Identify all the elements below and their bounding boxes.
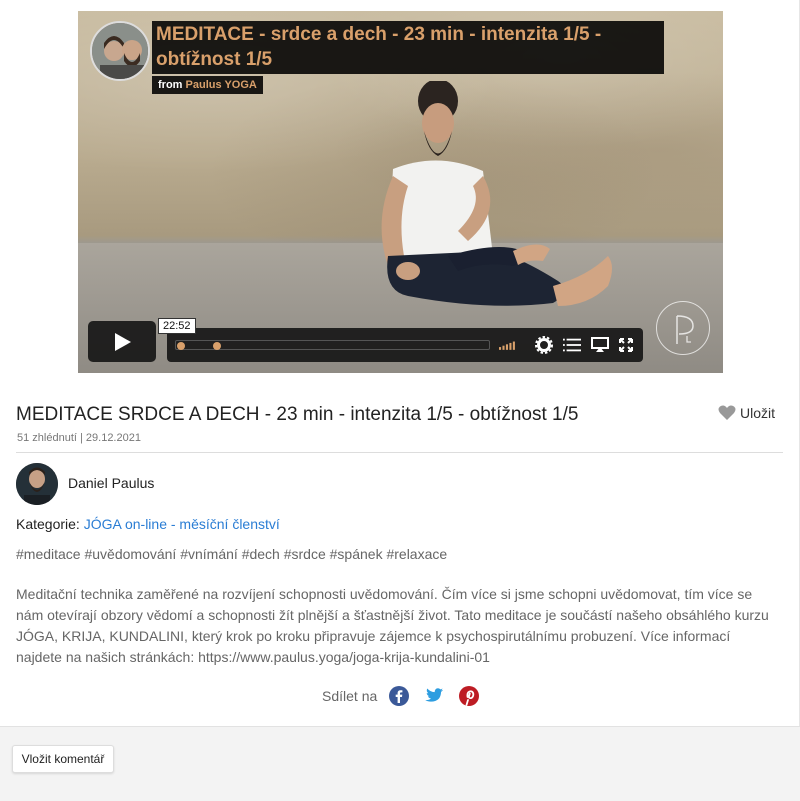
chapters-icon[interactable] [563,336,581,354]
video-title-overlay[interactable]: MEDITACE - srdce a dech - 23 min - inten… [152,21,664,74]
category-label: Kategorie: [16,516,80,532]
author-avatar-image [16,463,58,505]
airplay-icon[interactable] [591,336,609,354]
share-row: Sdílet na [322,686,494,706]
comments-section: Vložit komentář [0,726,800,801]
play-icon [115,332,131,351]
save-label: Uložit [740,405,776,421]
video-frame-person [381,81,612,306]
save-button[interactable]: Uložit [718,405,775,421]
play-button[interactable] [88,321,156,362]
progress-bar[interactable] [175,340,490,350]
twitter-icon [425,688,444,702]
divider [16,452,783,453]
add-comment-button[interactable]: Vložit komentář [12,745,114,773]
settings-icon[interactable] [535,336,553,354]
pinterest-share-button[interactable] [459,686,480,706]
author-name[interactable]: Daniel Paulus [68,475,154,491]
progress-playhead[interactable] [212,342,221,350]
video-description: Meditační technika zaměřené na rozvíjení… [16,586,769,665]
category-row: Kategorie: JÓGA on-line - měsíční členst… [16,516,280,532]
facebook-share-button[interactable] [389,686,410,706]
video-meta: 51 zhlédnutí | 29.12.2021 [17,432,141,444]
facebook-icon [389,686,410,706]
category-link[interactable]: JÓGA on-line - měsíční členství [84,516,280,532]
volume-icon[interactable] [499,336,517,354]
channel-owner-link[interactable]: Paulus YOGA [186,79,257,91]
share-label: Sdílet na [322,688,378,704]
player-controls-bar [167,328,643,362]
heart-icon [718,405,736,420]
time-tooltip: 22:52 [158,318,196,334]
from-text: from [158,79,183,91]
video-card: MEDITACE - srdce a dech - 23 min - inten… [0,0,800,726]
tags[interactable]: #meditace #uvědomování #vnímání #dech #s… [16,546,447,562]
channel-thumbnail[interactable] [90,21,150,81]
progress-start-marker [177,342,185,350]
author-avatar[interactable] [16,463,58,505]
twitter-share-button[interactable] [424,686,444,706]
page-title: MEDITACE SRDCE A DECH - 23 min - intenzi… [16,404,579,425]
watermark-logo-icon [656,301,710,355]
pinterest-icon [459,686,480,706]
video-from-label[interactable]: from Paulus YOGA [152,76,263,94]
fullscreen-icon[interactable] [617,336,635,354]
video-player[interactable]: MEDITACE - srdce a dech - 23 min - inten… [78,11,723,373]
